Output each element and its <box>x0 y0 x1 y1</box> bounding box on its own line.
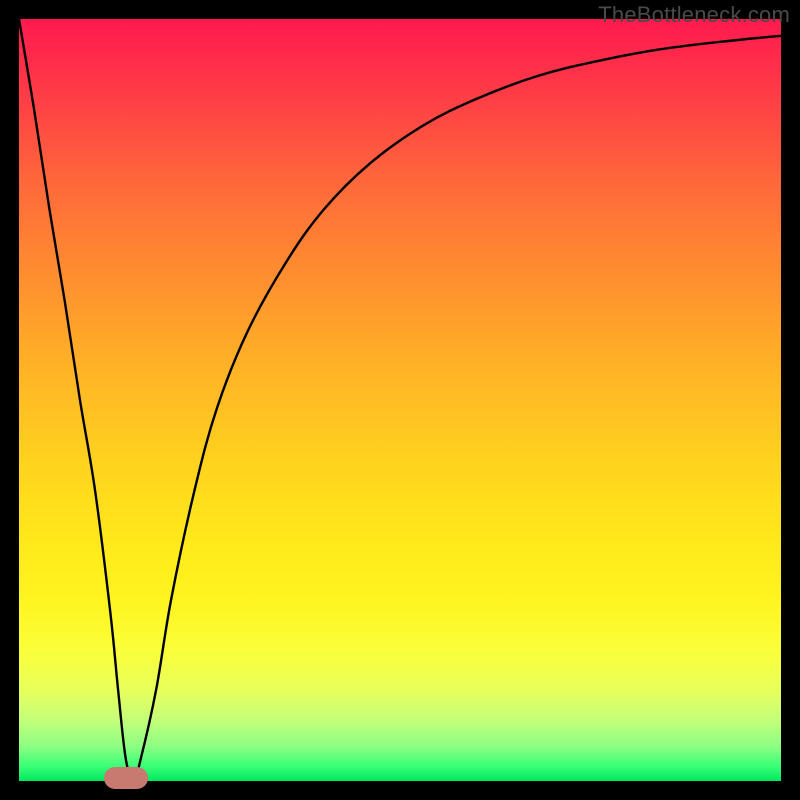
chart-frame: TheBottleneck.com <box>0 0 800 800</box>
bottleneck-curve-path <box>19 19 781 781</box>
plot-area <box>19 19 781 781</box>
curve-svg <box>19 19 781 781</box>
optimal-point-marker <box>104 767 148 789</box>
watermark-text: TheBottleneck.com <box>598 2 790 28</box>
